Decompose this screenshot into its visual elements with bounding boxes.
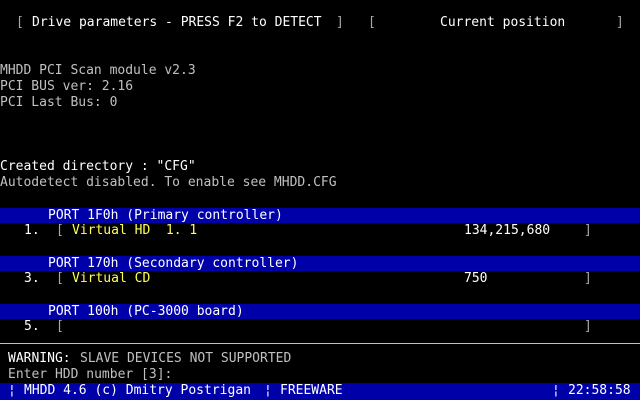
drive-bracket-close: ] — [584, 319, 592, 334]
log-line-pci-last-bus: PCI Last Bus: 0 — [0, 95, 118, 110]
port-primary-label: PORT 1F0h (Primary controller) — [48, 208, 283, 223]
status-bar: ¦ MHDD 4.6 (c) Dmitry Postrigan ¦ FREEWA… — [0, 383, 640, 400]
header-bracket-close: ] — [336, 15, 344, 30]
status-separator: ¦ — [552, 383, 560, 398]
log-line-scan-module: MHDD PCI Scan module v2.3 — [0, 63, 196, 78]
port-secondary-header: PORT 170h (Secondary controller) — [0, 256, 640, 271]
drive-number: 1. — [24, 223, 40, 238]
divider-line — [0, 343, 640, 344]
drive-number: 5. — [24, 319, 40, 334]
status-clock: 22:58:58 — [568, 383, 631, 398]
status-separator: ¦ — [8, 383, 16, 398]
log-line-created-directory: Created directory : "CFG" — [0, 159, 196, 174]
status-license: FREEWARE — [280, 383, 343, 398]
port-pc3000-header: PORT 100h (PC-3000 board) — [0, 304, 640, 319]
status-separator: ¦ — [264, 383, 272, 398]
port-pc3000-label: PORT 100h (PC-3000 board) — [48, 304, 244, 319]
log-line-pci-bus: PCI BUS ver: 2.16 — [0, 79, 134, 94]
drive-size: 750 — [464, 271, 488, 286]
drive-bracket-close: ] — [584, 223, 592, 238]
drive-size: 134,215,680 — [464, 223, 551, 238]
drive-bracket-close: ] — [584, 271, 592, 286]
drive-bracket-open: [ — [56, 271, 64, 286]
drive-parameters-title: Drive parameters - PRESS F2 to DETECT — [32, 15, 322, 30]
drive-name: Virtual HD 1. 1 — [72, 223, 198, 238]
port-secondary-label: PORT 170h (Secondary controller) — [48, 256, 299, 271]
log-line-autodetect: Autodetect disabled. To enable see MHDD.… — [0, 175, 337, 190]
position-bracket-open: [ — [368, 15, 376, 30]
current-position-title: Current position — [440, 15, 566, 30]
port-primary-header: PORT 1F0h (Primary controller) — [0, 208, 640, 223]
warning-label: WARNING: — [8, 351, 71, 366]
drive-name: Virtual CD — [72, 271, 151, 286]
status-title: MHDD 4.6 (c) Dmitry Postrigan — [24, 383, 251, 398]
position-bracket-close: ] — [616, 15, 624, 30]
drive-bracket-open: [ — [56, 319, 64, 334]
header-bracket-open: [ — [16, 15, 24, 30]
warning-text: SLAVE DEVICES NOT SUPPORTED — [80, 351, 292, 366]
hdd-number-prompt[interactable]: Enter HDD number [3]: — [8, 367, 172, 383]
drive-bracket-open: [ — [56, 223, 64, 238]
drive-number: 3. — [24, 271, 40, 286]
